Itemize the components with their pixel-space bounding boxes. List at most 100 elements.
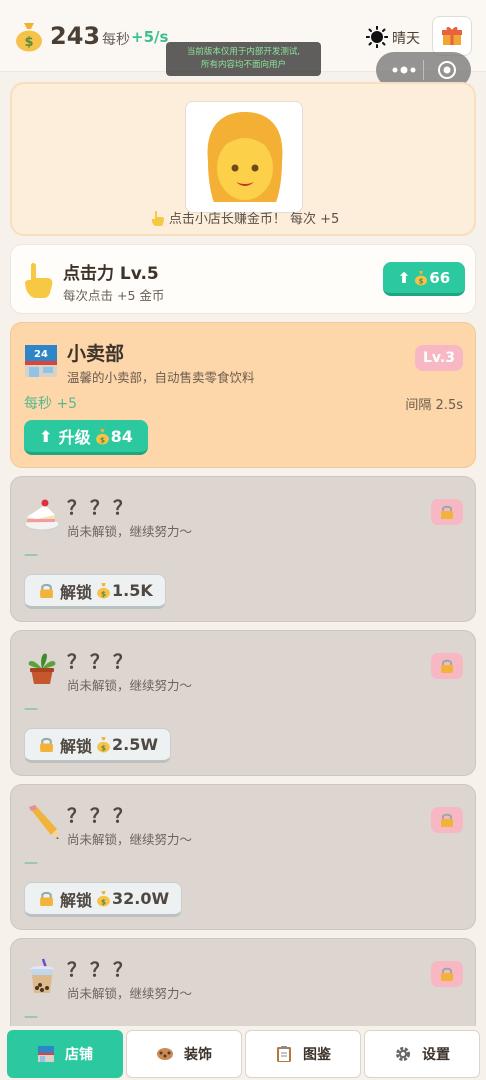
- svg-text:$: $: [101, 743, 106, 752]
- pencil-icon: [29, 805, 59, 839]
- lock-icon: [40, 583, 53, 598]
- rate-value: +5/s: [131, 28, 169, 46]
- bottom-nav: 店铺 装饰 图鉴 设置: [0, 1026, 486, 1080]
- tab-decor-label: 装饰: [184, 1047, 212, 1063]
- more-dots-icon[interactable]: [390, 64, 418, 76]
- locked-rate-placeholder: —: [24, 855, 38, 871]
- locked-shop-desc: 尚未解锁，继续努力～: [67, 986, 193, 1001]
- unlock-label: 解锁: [60, 890, 93, 910]
- capsule-divider: [423, 60, 424, 80]
- click-power-desc: 每次点击 +5 金币: [63, 288, 165, 303]
- clipboard-icon: [277, 1046, 291, 1062]
- shop-upgrade-button[interactable]: ⬆ 升级 $ 84: [24, 420, 148, 455]
- shop-desc: 温馨的小卖部，自动售卖零食饮料: [67, 370, 255, 385]
- shopkeeper-girl-icon: [207, 112, 283, 202]
- toast-line-1: 当前版本仅用于内部开发测试,: [186, 47, 301, 57]
- shop-card-convenience-store: 24 小卖部 温馨的小卖部，自动售卖零食饮料 Lv.3 每秒 +5 间隔 2.5…: [10, 322, 476, 468]
- tab-shop[interactable]: 店铺: [7, 1030, 123, 1078]
- lock-badge: [431, 807, 463, 833]
- tab-settings-label: 设置: [422, 1047, 450, 1063]
- click-power-title: 点击力 Lv.5: [63, 264, 159, 284]
- toast-line-2: 所有内容均不面向用户: [200, 60, 286, 70]
- locked-shop-name: ？？？: [67, 651, 137, 673]
- cake-icon: [24, 499, 60, 531]
- close-target-icon[interactable]: [437, 60, 457, 80]
- lock-icon: [441, 967, 453, 981]
- unlock-cost: 2.5W: [112, 735, 159, 754]
- money-bag-icon: $: [16, 23, 42, 52]
- locked-shop-name: ？？？: [67, 805, 137, 827]
- gear-icon: [396, 1047, 410, 1061]
- tab-catalog-label: 图鉴: [303, 1047, 331, 1063]
- arrow-up-icon: ⬆: [397, 268, 411, 287]
- hero-tip-text: 点击小店长赚金币！ 每次 +5: [168, 212, 340, 227]
- svg-text:24: 24: [34, 349, 48, 360]
- upgrade-click-button[interactable]: ⬆ $ 66: [383, 262, 465, 296]
- shop-level-badge: Lv.3: [415, 345, 463, 371]
- gift-icon: [442, 26, 462, 45]
- shop-upgrade-cost: 84: [110, 426, 133, 446]
- locked-shop-name: ？？？: [67, 959, 137, 981]
- unlock-label: 解锁: [60, 736, 93, 756]
- unlock-cost: 1.5K: [112, 581, 153, 600]
- shop-rate: 每秒 +5: [24, 396, 78, 412]
- unlock-button[interactable]: 解锁 $ 2.5W: [24, 728, 172, 763]
- locked-rate-placeholder: —: [24, 547, 38, 563]
- sun-icon: [366, 26, 388, 48]
- tab-catalog[interactable]: 图鉴: [245, 1030, 361, 1078]
- gift-button[interactable]: [432, 16, 472, 56]
- coin-count: 243: [50, 22, 101, 50]
- locked-shop-card: ？？？ 尚未解锁，继续努力～ — 解锁 $ 32.0W: [10, 784, 476, 930]
- lock-icon: [441, 659, 453, 673]
- lock-badge: [431, 499, 463, 525]
- unlock-button[interactable]: 解锁 $ 32.0W: [24, 882, 183, 917]
- pointing-hand-icon: [25, 263, 53, 298]
- rate-label: 每秒: [102, 32, 130, 48]
- click-upgrade-cost: 66: [429, 268, 451, 287]
- locked-shop-desc: 尚未解锁，继续努力～: [67, 832, 193, 847]
- tab-decor[interactable]: 装饰: [126, 1030, 242, 1078]
- unlock-button[interactable]: 解锁 $ 1.5K: [24, 574, 166, 609]
- tab-settings[interactable]: 设置: [364, 1030, 480, 1078]
- locked-shop-name: ？？？: [67, 497, 137, 519]
- hero-tip: 点击小店长赚金币！ 每次 +5: [12, 208, 478, 230]
- shop-upgrade-label: 升级: [58, 428, 91, 447]
- potted-plant-icon: [28, 653, 56, 684]
- lock-icon: [40, 891, 53, 906]
- money-bag-icon: $: [97, 583, 110, 599]
- lock-icon: [441, 505, 453, 519]
- convenience-store-icon: 24: [25, 345, 57, 377]
- svg-text:$: $: [101, 897, 106, 906]
- svg-text:$: $: [419, 277, 424, 285]
- lock-icon: [441, 813, 453, 827]
- shop-name: 小卖部: [67, 343, 125, 365]
- locked-shop-desc: 尚未解锁，继续努力～: [67, 678, 193, 693]
- money-bag-icon: $: [95, 428, 109, 444]
- money-bag-icon: $: [97, 891, 110, 907]
- svg-text:$: $: [99, 435, 104, 444]
- hero-card: 点击小店长赚金币！ 每次 +5: [10, 82, 476, 236]
- arrow-up-icon: ⬆: [39, 426, 53, 446]
- money-bag-icon: $: [97, 737, 110, 753]
- shopkeeper-avatar[interactable]: [185, 101, 303, 213]
- lock-icon: [40, 737, 53, 752]
- svg-text:$: $: [101, 589, 106, 598]
- locked-shop-card: ？？？ 尚未解锁，继续努力～ — 解锁 $ 1.5K: [10, 476, 476, 622]
- bubble-tea-icon: [30, 958, 54, 993]
- weather-label: 晴天: [392, 31, 420, 47]
- locked-rate-placeholder: —: [24, 701, 38, 717]
- lock-badge: [431, 961, 463, 987]
- decor-icon: [157, 1048, 173, 1060]
- money-bag-icon: $: [415, 270, 428, 285]
- svg-text:$: $: [24, 35, 33, 50]
- dev-toast: 当前版本仅用于内部开发测试, 所有内容均不面向用户: [166, 42, 321, 76]
- click-power-card: 点击力 Lv.5 每次点击 +5 金币 ⬆ $ 66: [10, 244, 476, 314]
- pointing-hand-icon: [151, 210, 165, 230]
- locked-shop-desc: 尚未解锁，继续努力～: [67, 524, 193, 539]
- store-icon: [38, 1046, 54, 1062]
- tab-shop-label: 店铺: [65, 1047, 93, 1063]
- locked-shop-card: ？？？ 尚未解锁，继续努力～ — 解锁 $ 2.5W: [10, 630, 476, 776]
- locked-rate-placeholder: —: [24, 1009, 38, 1025]
- shop-interval: 间隔 2.5s: [405, 398, 463, 413]
- lock-badge: [431, 653, 463, 679]
